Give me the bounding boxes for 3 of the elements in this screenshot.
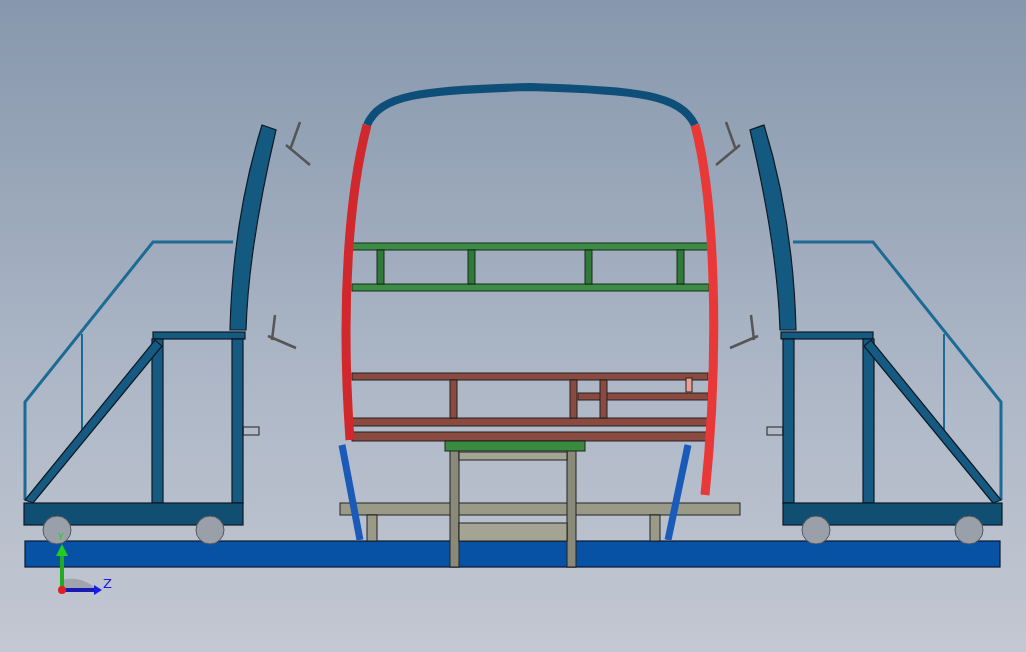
axis-label: Y [58,532,64,542]
axis-triad-drawing [56,544,102,595]
axis-label: Z [103,576,112,591]
